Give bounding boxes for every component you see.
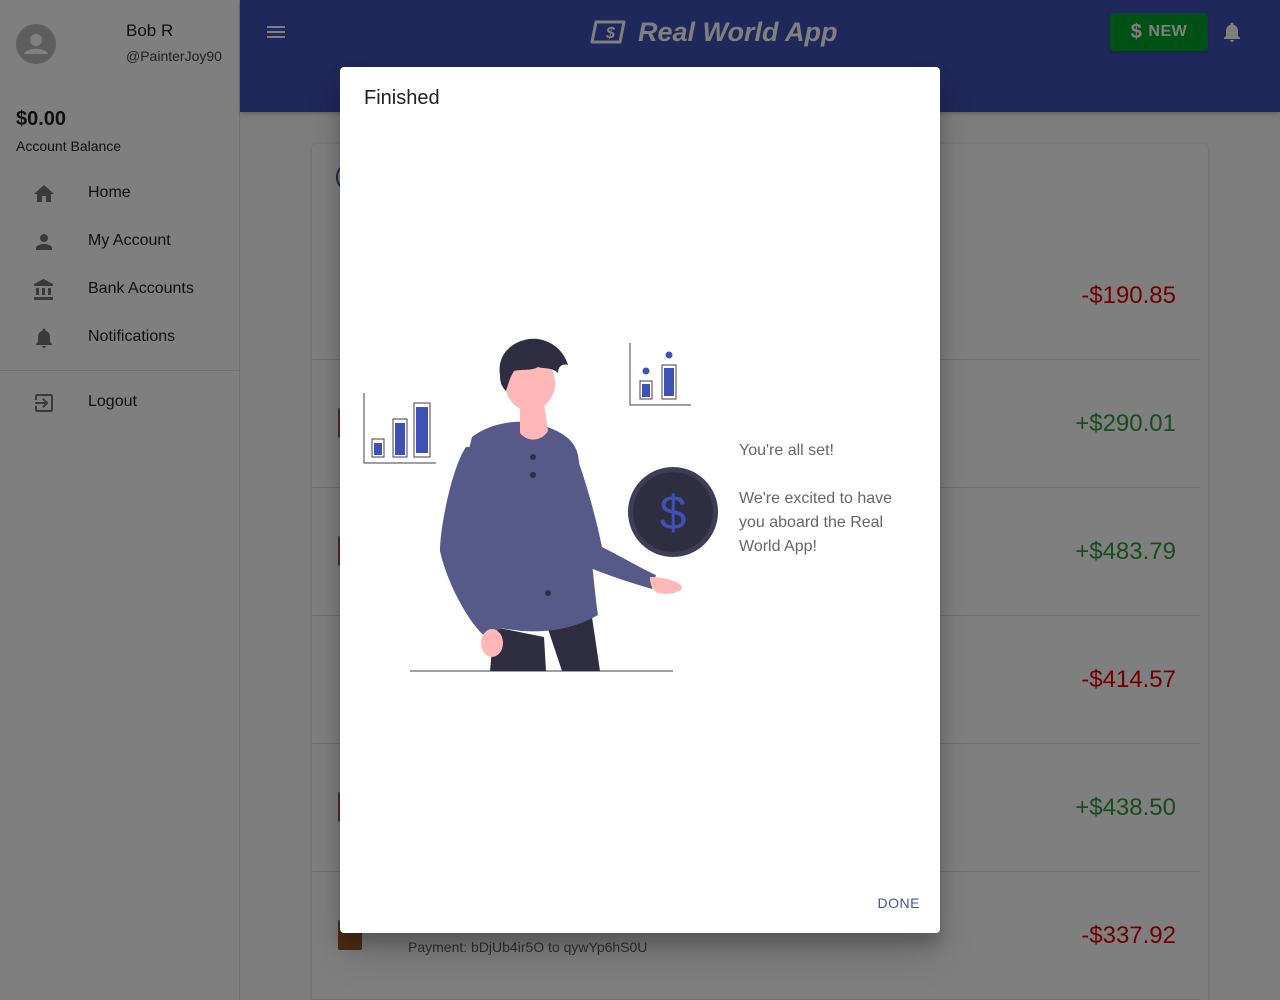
onboarding-dialog: Finished $ You're all set! We're excited…: [340, 67, 940, 933]
bar-chart-icon: [363, 393, 436, 464]
finished-illustration: $: [363, 338, 718, 672]
bar-chart-icon: [629, 343, 691, 406]
dollar-icon: $: [660, 487, 687, 540]
dialog-message-line: We're excited to have you aboard the Rea…: [739, 490, 893, 555]
dialog-message-line: You're all set!: [739, 442, 834, 459]
done-button[interactable]: DONE: [878, 891, 920, 915]
dialog-message: You're all set! We're excited to have yo…: [739, 439, 919, 583]
dialog-title: Finished: [364, 87, 440, 109]
